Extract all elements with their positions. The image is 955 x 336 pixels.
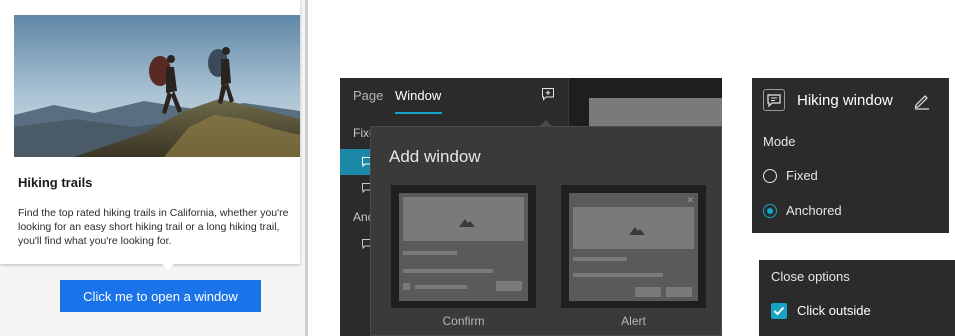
add-window-icon[interactable] xyxy=(541,87,555,101)
active-tab-indicator xyxy=(395,112,442,114)
template-confirm[interactable] xyxy=(391,185,536,308)
template-preview: ✕ xyxy=(569,193,698,301)
close-icon: ✕ xyxy=(686,195,694,205)
template-line xyxy=(415,285,467,289)
popup-pointer xyxy=(160,262,176,270)
template-alert-label: Alert xyxy=(621,314,646,328)
template-preview xyxy=(399,193,528,301)
template-button xyxy=(635,287,661,297)
hikers-image xyxy=(14,15,300,157)
dialog-title: Add window xyxy=(389,147,481,166)
click-outside-checkbox[interactable] xyxy=(771,303,787,319)
tab-window[interactable]: Window xyxy=(395,88,441,103)
popup-description: Find the top rated hiking trails in Cali… xyxy=(18,207,289,247)
click-outside-label[interactable]: Click outside xyxy=(797,303,871,318)
mode-label: Mode xyxy=(763,134,796,149)
template-image-placeholder xyxy=(403,197,524,241)
popup-title: Hiking trails xyxy=(18,175,93,190)
sidebar-item-selected[interactable] xyxy=(340,149,372,175)
tab-page[interactable]: Page xyxy=(353,88,383,103)
radio-fixed-label[interactable]: Fixed xyxy=(786,168,818,183)
window-name: Hiking window xyxy=(797,92,893,109)
close-options-title: Close options xyxy=(771,269,850,284)
radio-anchored-label[interactable]: Anchored xyxy=(786,203,842,218)
template-line xyxy=(403,251,457,255)
template-checkbox xyxy=(403,283,410,290)
template-alert[interactable]: ✕ xyxy=(561,185,706,308)
page-preview: Hiking trails Find the top rated hiking … xyxy=(0,0,305,336)
mountain-icon xyxy=(459,219,475,227)
radio-anchored[interactable] xyxy=(763,204,777,218)
template-line xyxy=(573,257,627,261)
open-window-button[interactable]: Click me to open a window xyxy=(60,280,261,312)
template-line xyxy=(403,269,493,273)
panel-divider xyxy=(305,0,308,336)
template-confirm-label: Confirm xyxy=(442,314,485,328)
template-button xyxy=(666,287,692,297)
window-popup: Hiking trails Find the top rated hiking … xyxy=(0,0,300,264)
radio-fixed[interactable] xyxy=(763,169,777,183)
template-image-placeholder xyxy=(573,207,694,249)
close-options-panel: Close options Click outside xyxy=(759,260,955,336)
window-designer: Page Window Fixe Anc Add window Confirm … xyxy=(340,78,722,336)
add-window-dialog: Add window Confirm ✕ Alert xyxy=(370,126,722,336)
template-button xyxy=(496,281,522,291)
pencil-edit-icon[interactable] xyxy=(913,92,931,110)
checkmark-icon xyxy=(773,306,785,316)
window-message-icon xyxy=(763,89,785,111)
mountain-icon xyxy=(629,227,645,235)
window-settings-panel: Hiking window Mode Fixed Anchored xyxy=(752,78,949,233)
template-line xyxy=(573,273,663,277)
